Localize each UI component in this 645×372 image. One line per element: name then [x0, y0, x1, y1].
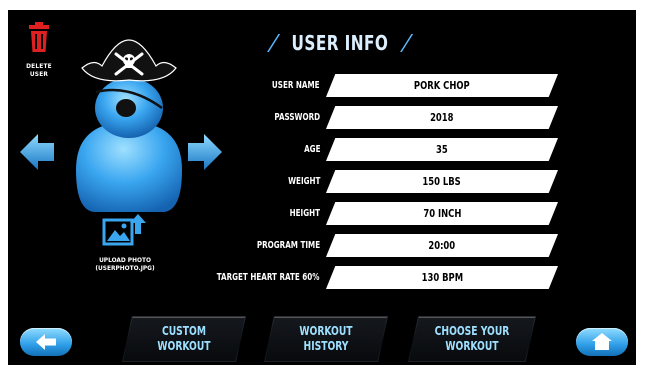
age-row: AGE 35 [208, 138, 568, 163]
choose-workout-label-1: CHOOSE YOUR [434, 324, 510, 338]
choose-workout-label-2: WORKOUT [445, 339, 499, 353]
program-time-label: PROGRAM TIME [256, 240, 320, 251]
trash-icon [29, 22, 49, 52]
weight-row: WEIGHT 150 LBS [208, 170, 568, 195]
home-button[interactable] [576, 328, 628, 356]
custom-workout-button[interactable]: CUSTOM WORKOUT [122, 316, 246, 362]
workout-history-label-2: HISTORY [303, 339, 349, 353]
custom-workout-label-1: CUSTOM [161, 324, 206, 338]
user-name-row: USER NAME PORK CHOP [208, 74, 568, 99]
height-row: HEIGHT 70 INCH [208, 202, 568, 227]
age-field[interactable]: 35 [326, 138, 558, 161]
upload-photo-icon [102, 214, 146, 246]
target-heart-rate-value: 130 BPM [421, 271, 463, 284]
delete-user-label-2: USER [29, 70, 49, 78]
upload-photo-label-1: UPLOAD PHOTO [99, 256, 151, 264]
program-time-value: 20:00 [428, 239, 456, 252]
age-label: AGE [303, 144, 320, 155]
password-row: PASSWORD 2018 [208, 106, 568, 131]
password-label: PASSWORD [274, 112, 320, 123]
delete-user-button[interactable]: DELETE USER [22, 22, 56, 78]
weight-value: 150 LBS [422, 175, 462, 188]
password-value: 2018 [430, 111, 454, 124]
previous-user-arrow-icon[interactable] [20, 134, 54, 170]
title-slash-right: / [400, 30, 412, 56]
delete-user-label-1: DELETE [26, 62, 52, 70]
back-button[interactable] [20, 328, 72, 356]
choose-your-workout-button[interactable]: CHOOSE YOUR WORKOUT [408, 316, 536, 362]
page-title: / USER INFO / [267, 28, 412, 58]
program-time-row: PROGRAM TIME 20:00 [208, 234, 568, 259]
target-heart-rate-row: TARGET HEART RATE 60% 130 BPM [208, 266, 568, 291]
user-name-label: USER NAME [272, 80, 320, 91]
password-field[interactable]: 2018 [326, 106, 558, 129]
page-title-text: USER INFO [291, 31, 388, 55]
target-heart-rate-field[interactable]: 130 BPM [326, 266, 558, 289]
height-value: 70 INCH [422, 207, 462, 220]
workout-history-label-1: WORKOUT [299, 324, 353, 338]
user-info-screen: DELETE USER UPLOAD PHOTO (USERPHOTO.JPG)… [8, 10, 636, 365]
back-arrow-icon [36, 334, 56, 350]
workout-history-button[interactable]: WORKOUT HISTORY [264, 316, 388, 362]
height-field[interactable]: 70 INCH [326, 202, 558, 225]
upload-photo-button[interactable]: UPLOAD PHOTO (USERPHOTO.JPG) [70, 210, 180, 272]
custom-workout-label-2: WORKOUT [157, 339, 211, 353]
pirate-avatar-icon [76, 39, 182, 212]
height-label: HEIGHT [289, 208, 320, 219]
weight-field[interactable]: 150 LBS [326, 170, 558, 193]
home-icon [592, 333, 612, 350]
title-slash-left: / [267, 30, 279, 56]
program-time-field[interactable]: 20:00 [326, 234, 558, 257]
weight-label: WEIGHT [287, 176, 320, 187]
target-heart-rate-label: TARGET HEART RATE 60% [217, 272, 320, 283]
user-name-value: PORK CHOP [414, 79, 470, 92]
upload-photo-label-2: (USERPHOTO.JPG) [95, 264, 155, 272]
age-value: 35 [436, 143, 448, 156]
user-name-field[interactable]: PORK CHOP [326, 74, 558, 97]
